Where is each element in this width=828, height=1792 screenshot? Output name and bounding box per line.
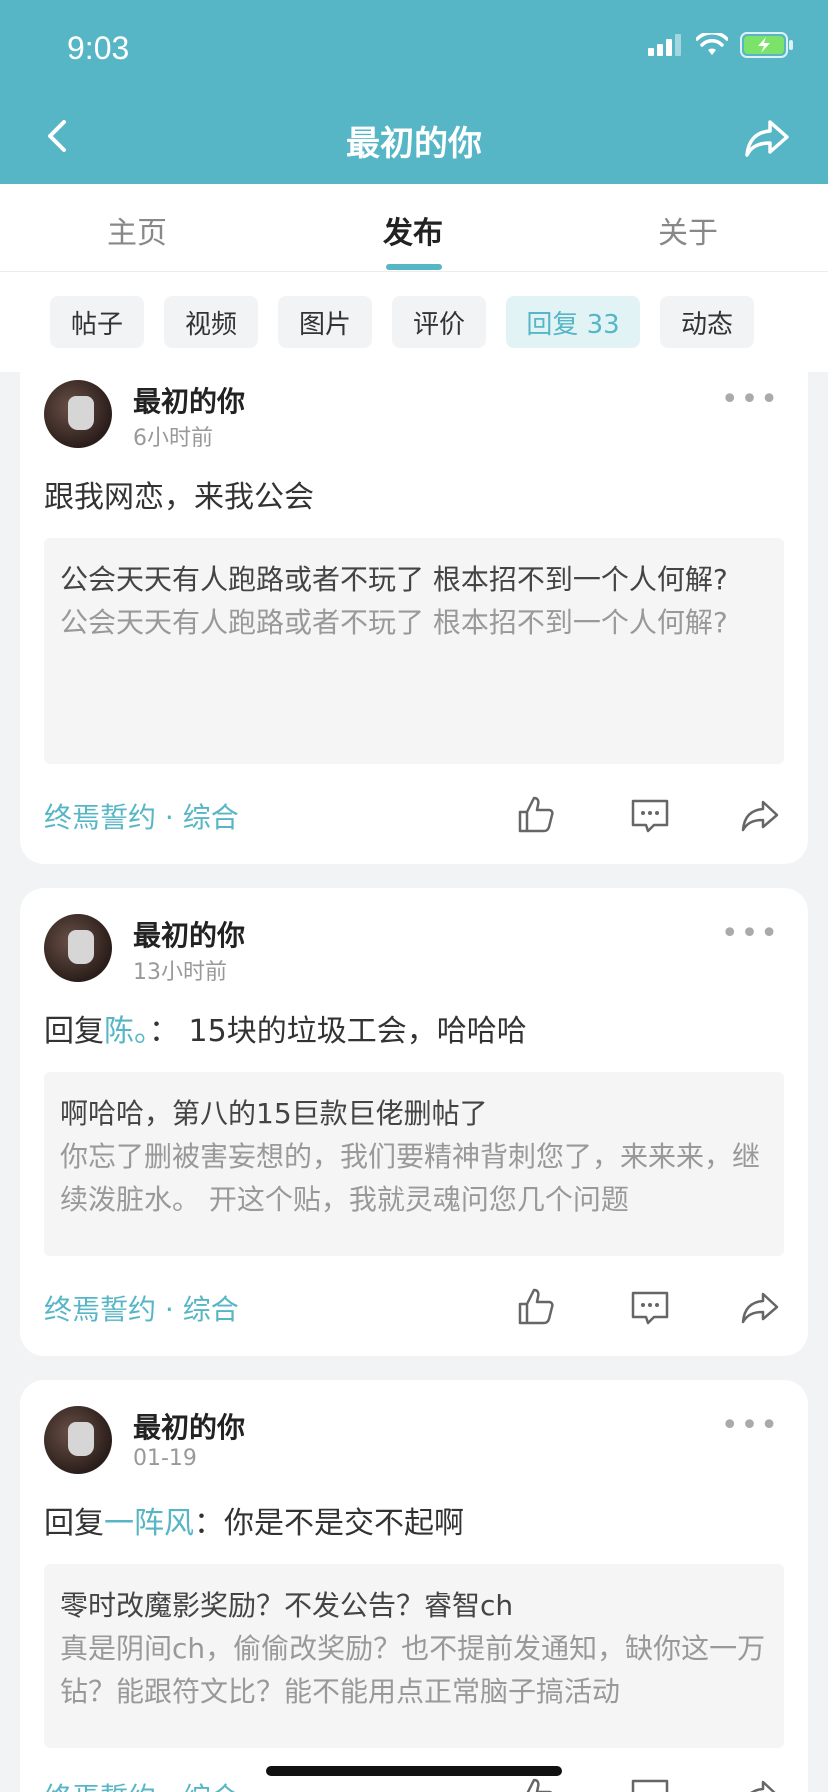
chip-images[interactable]: 图片	[278, 296, 372, 348]
comment-icon[interactable]	[630, 1776, 670, 1792]
thumb-up-icon[interactable]	[516, 1776, 556, 1792]
chip-posts[interactable]: 帖子	[50, 296, 144, 348]
forum-tag[interactable]: 终焉誓约 · 综合	[44, 1288, 239, 1328]
quoted-post[interactable]: 零时改魔影奖励？不发公告？睿智ch 真是阴间ch，偷偷改奖励？也不提前发通知，缺…	[44, 1564, 784, 1748]
avatar[interactable]	[44, 380, 112, 448]
forward-share-icon[interactable]	[740, 1776, 780, 1792]
status-icons	[648, 32, 794, 58]
avatar-figure	[68, 1422, 94, 1456]
comment-icon[interactable]	[630, 796, 670, 836]
reply-target-link[interactable]: 一阵风	[104, 1506, 194, 1541]
author-name[interactable]: 最初的你	[133, 1406, 245, 1446]
post-card[interactable]: 最初的你 01-19 ••• 回复一阵风：你是不是交不起啊 零时改魔影奖励？不发…	[20, 1380, 808, 1792]
comment-icon[interactable]	[630, 1288, 670, 1328]
quoted-post[interactable]: 公会天天有人跑路或者不玩了 根本招不到一个人何解? 公会天天有人跑路或者不玩了 …	[44, 538, 784, 764]
post-card[interactable]: 最初的你 6小时前 ••• 跟我网恋，来我公会 公会天天有人跑路或者不玩了 根本…	[20, 372, 808, 864]
more-dots-icon[interactable]: •••	[721, 1408, 780, 1443]
status-time: 9:03	[67, 30, 130, 66]
signal-icon	[648, 34, 681, 56]
forum-tag[interactable]: 终焉誓约 · 综合	[44, 1776, 239, 1792]
author-name[interactable]: 最初的你	[133, 380, 245, 420]
post-content: 回复陈。： 15块的垃圾工会，哈哈哈	[44, 1006, 784, 1050]
post-content: 跟我网恋，来我公会	[44, 480, 314, 515]
post-time: 01-19	[133, 1446, 197, 1471]
page-title: 最初的你	[346, 124, 482, 164]
quoted-post-title: 啊哈哈，第八的15巨款巨佬删帖了	[60, 1097, 488, 1130]
forward-share-icon[interactable]	[740, 796, 780, 836]
quoted-post-body: 真是阴间ch，偷偷改奖励？也不提前发通知，缺你这一万钻？能跟符文比？能不能用点正…	[60, 1632, 766, 1708]
tab-about[interactable]: 关于	[658, 208, 718, 252]
forward-share-icon[interactable]	[740, 1288, 780, 1328]
avatar[interactable]	[44, 1406, 112, 1474]
app-header: 9:03 最初的你	[0, 0, 828, 184]
chip-replies[interactable]: 回复 33	[506, 296, 640, 348]
tab-active-indicator	[386, 264, 442, 270]
wifi-icon	[696, 33, 728, 55]
profile-tabs: 主页 发布 关于	[0, 184, 828, 272]
filter-chips: 帖子 视频 图片 评价 回复 33 动态	[0, 272, 828, 372]
avatar[interactable]	[44, 914, 112, 982]
avatar-figure	[68, 396, 94, 430]
tab-home[interactable]: 主页	[107, 208, 167, 252]
share-icon[interactable]	[744, 118, 790, 158]
reply-text: ：你是不是交不起啊	[194, 1506, 464, 1541]
quoted-post[interactable]: 啊哈哈，第八的15巨款巨佬删帖了 你忘了删被害妄想的，我们要精神背刺您了，来来来…	[44, 1072, 784, 1256]
home-indicator	[266, 1766, 562, 1776]
reply-text: ： 15块的垃圾工会，哈哈哈	[149, 1014, 527, 1049]
chip-activity[interactable]: 动态	[660, 296, 754, 348]
tab-published[interactable]: 发布	[383, 208, 443, 252]
avatar-figure	[68, 930, 94, 964]
quoted-post-title: 零时改魔影奖励？不发公告？睿智ch	[60, 1589, 514, 1622]
post-content: 回复一阵风：你是不是交不起啊	[44, 1498, 784, 1542]
battery-icon	[740, 32, 793, 58]
post-card[interactable]: 最初的你 13小时前 ••• 回复陈。： 15块的垃圾工会，哈哈哈 啊哈哈，第八…	[20, 888, 808, 1356]
forum-tag[interactable]: 终焉誓约 · 综合	[44, 796, 239, 836]
author-name[interactable]: 最初的你	[133, 914, 245, 954]
quoted-post-title: 公会天天有人跑路或者不玩了 根本招不到一个人何解?	[60, 563, 728, 596]
reply-prefix: 回复	[44, 1506, 104, 1541]
post-time: 13小时前	[133, 960, 227, 985]
reply-target-link[interactable]: 陈。	[104, 1014, 149, 1049]
quoted-post-body: 公会天天有人跑路或者不玩了 根本招不到一个人何解?	[60, 606, 728, 639]
reply-prefix: 回复	[44, 1014, 104, 1049]
more-dots-icon[interactable]: •••	[721, 382, 780, 417]
quoted-post-body: 你忘了删被害妄想的，我们要精神背刺您了，来来来，继续泼脏水。 开这个贴，我就灵魂…	[60, 1140, 761, 1216]
more-dots-icon[interactable]: •••	[721, 916, 780, 951]
post-time: 6小时前	[133, 426, 213, 451]
thumb-up-icon[interactable]	[516, 794, 556, 834]
thumb-up-icon[interactable]	[516, 1286, 556, 1326]
chip-videos[interactable]: 视频	[164, 296, 258, 348]
chip-reviews[interactable]: 评价	[392, 296, 486, 348]
